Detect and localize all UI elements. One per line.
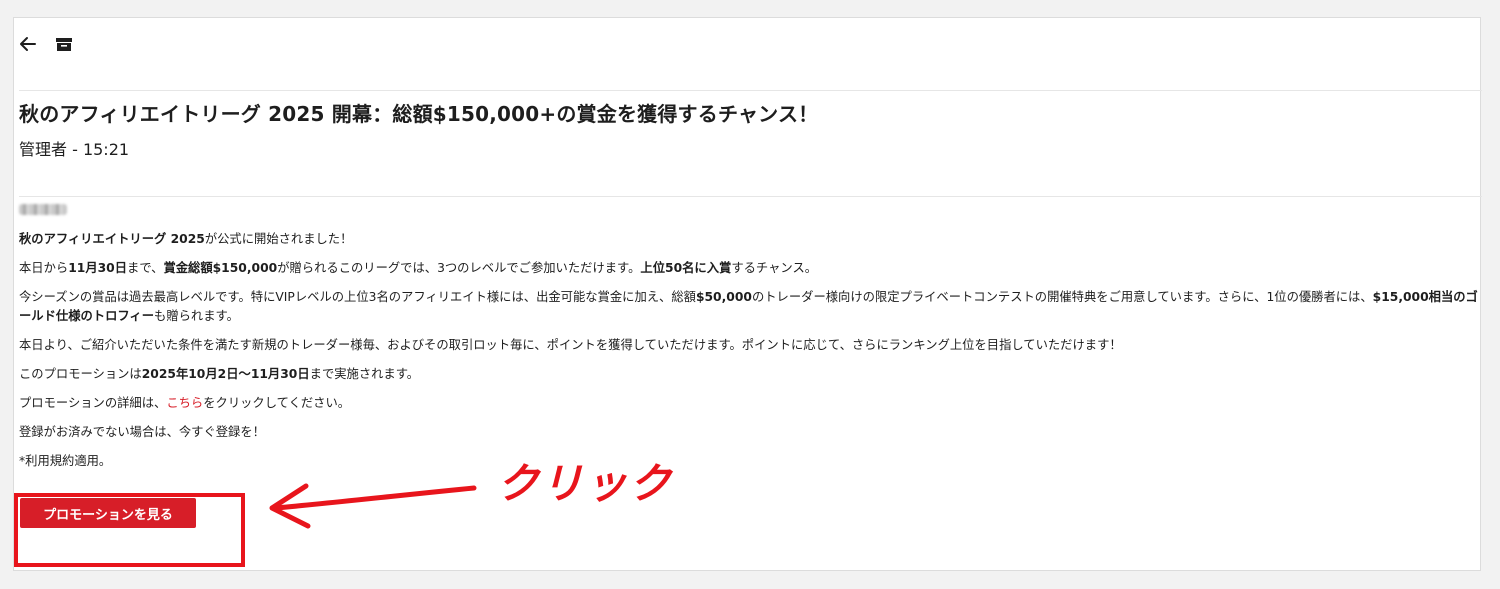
- text: 登録がお済みでない場合は、今すぐ登録を！: [19, 425, 265, 439]
- bold-text: 11月30日: [68, 261, 128, 275]
- message-toolbar: [18, 34, 74, 54]
- text: するチャンス。: [731, 261, 818, 275]
- archive-box-icon[interactable]: [54, 34, 74, 54]
- message-title: 秋のアフィリエイトリーグ 2025 開幕：総額$150,000+の賞金を獲得する…: [19, 102, 819, 126]
- paragraph: 秋のアフィリエイトリーグ 2025が公式に開始されました！: [19, 230, 1482, 249]
- text: プロモーションの詳細は、: [19, 396, 167, 410]
- text: まで、: [127, 261, 164, 275]
- annotation-highlight-box: [14, 493, 245, 567]
- text: まで実施されます。: [309, 367, 420, 381]
- text: も贈られます。: [154, 309, 239, 323]
- text: このプロモーションは: [19, 367, 142, 381]
- text: が贈られるこのリーグでは、3つのレベルでご参加いただけます。: [277, 261, 641, 275]
- bold-text: $50,000: [695, 290, 752, 304]
- paragraph: 今シーズンの賞品は過去最高レベルです。特にVIPレベルの上位3名のアフィリエイト…: [19, 288, 1482, 326]
- text: をクリックしてください。: [203, 396, 351, 410]
- meta-divider: [19, 196, 1482, 197]
- annotation-arrow-icon: [269, 483, 477, 529]
- text: のトレーダー様向けの限定プライベートコンテストの開催特典をご用意しています。さら…: [751, 290, 1373, 304]
- bold-text: 賞金総額$150,000: [163, 261, 278, 275]
- paragraph: *利用規約適用。: [19, 452, 1482, 471]
- blurred-greeting: [19, 204, 67, 215]
- text: 本日から: [19, 261, 69, 275]
- text: 今シーズンの賞品は過去最高レベルです。特にVIPレベルの上位3名のアフィリエイト…: [19, 290, 696, 304]
- text: *利用規約適用。: [19, 454, 112, 468]
- arrow-left-icon[interactable]: [18, 34, 38, 54]
- paragraph: このプロモーションは2025年10月2日〜11月30日まで実施されます。: [19, 365, 1482, 384]
- message-meta: 管理者 - 15:21: [19, 140, 130, 159]
- bold-text: 上位50名に入賞: [640, 261, 732, 275]
- message-body: 秋のアフィリエイトリーグ 2025が公式に開始されました！ 本日から11月30日…: [19, 230, 1482, 481]
- annotation-label: クリック: [497, 459, 674, 508]
- paragraph: 本日から11月30日まで、賞金総額$150,000が贈られるこのリーグでは、3つ…: [19, 259, 1482, 278]
- text: が公式に開始されました！: [204, 232, 353, 246]
- text: 本日より、ご紹介いただいた条件を満たす新規のトレーダー様毎、およびその取引ロット…: [19, 338, 1122, 352]
- bold-text: 秋のアフィリエイトリーグ 2025: [19, 232, 205, 246]
- paragraph: 本日より、ご紹介いただいた条件を満たす新規のトレーダー様毎、およびその取引ロット…: [19, 336, 1482, 355]
- paragraph: 登録がお済みでない場合は、今すぐ登録を！: [19, 423, 1482, 442]
- header-divider: [19, 90, 1482, 91]
- details-link[interactable]: こちら: [166, 396, 203, 410]
- bold-text: 2025年10月2日〜11月30日: [141, 367, 310, 381]
- paragraph: プロモーションの詳細は、こちらをクリックしてください。: [19, 394, 1482, 413]
